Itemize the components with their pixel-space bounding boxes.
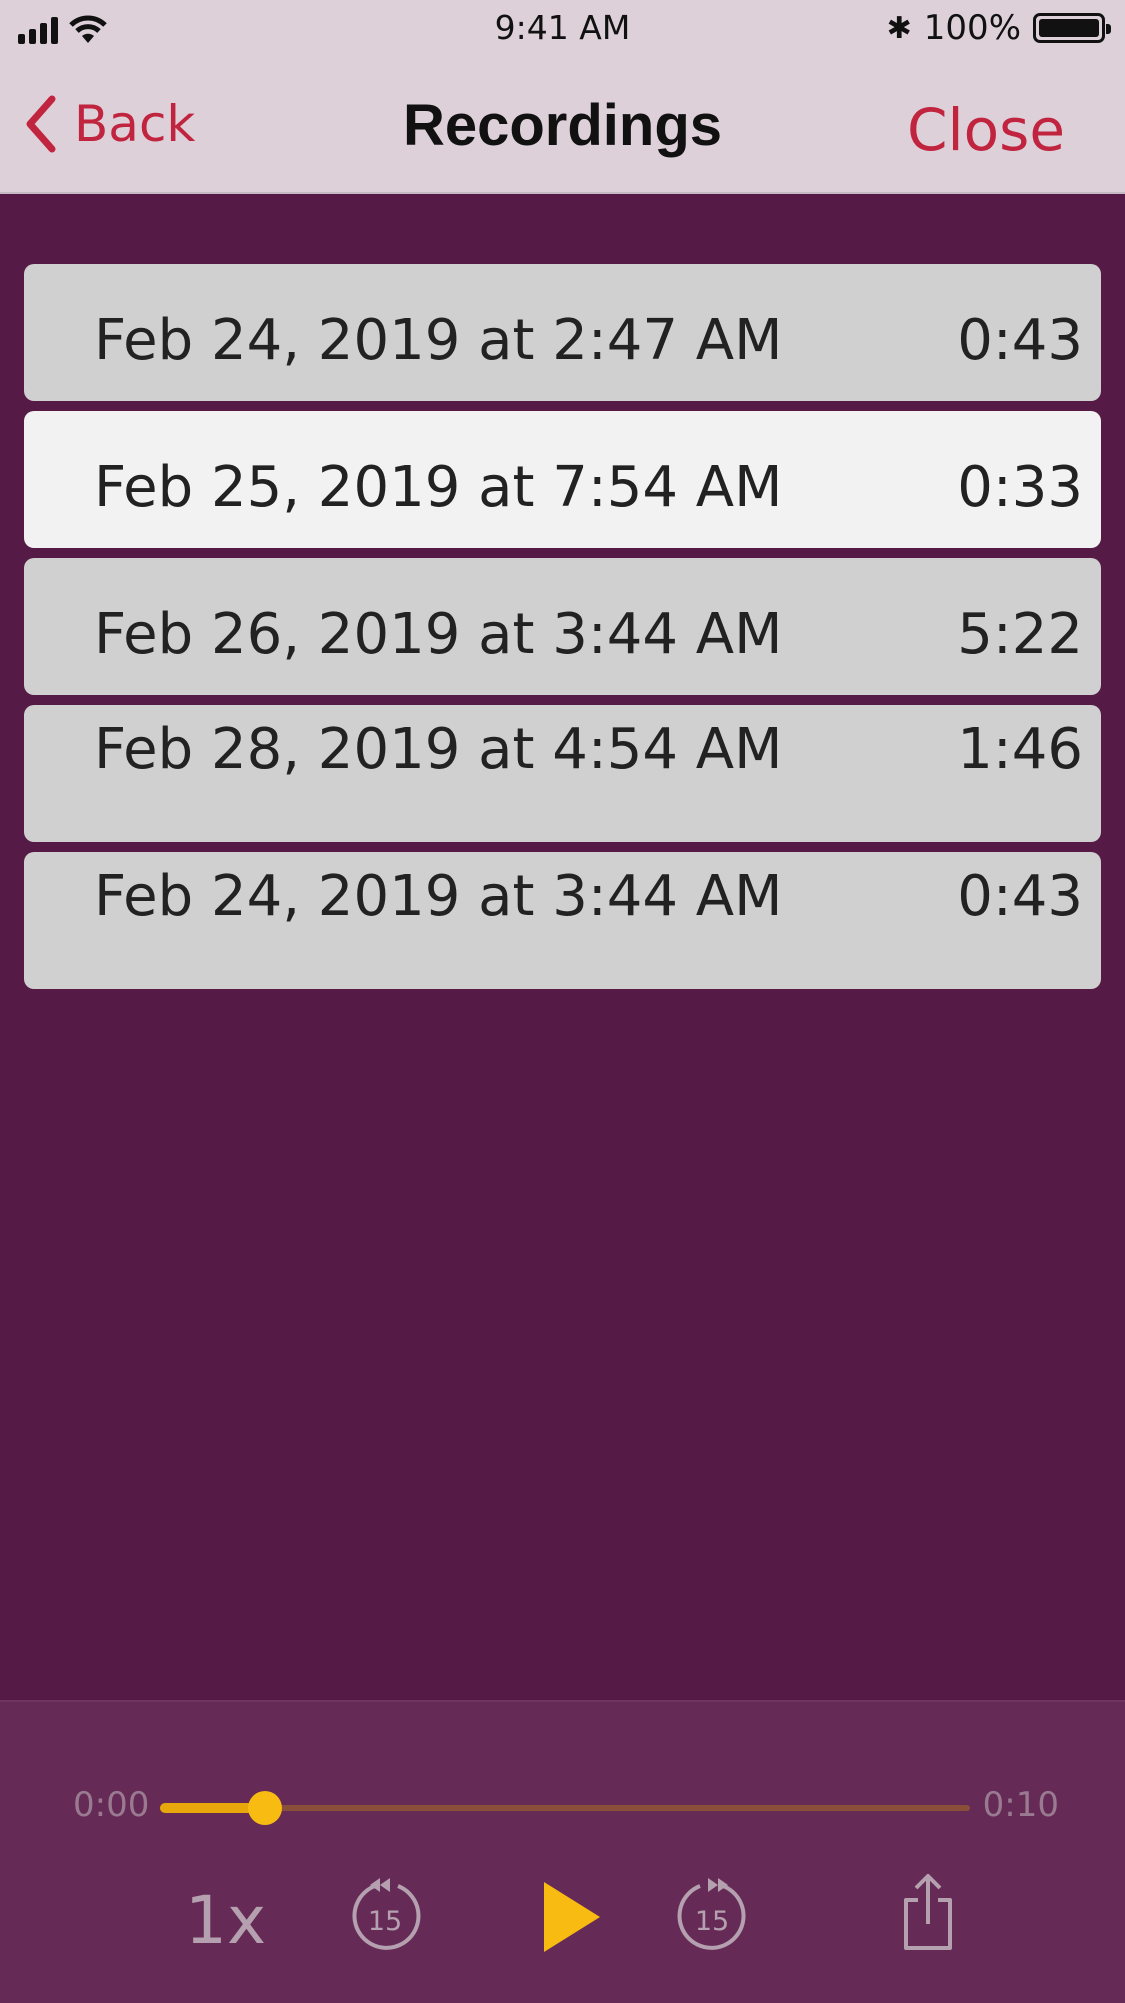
rewind-15-icon: 15 bbox=[352, 1878, 421, 1950]
recording-date: Feb 24, 2019 at 3:44 AM bbox=[94, 864, 783, 929]
progress-slider[interactable] bbox=[160, 1791, 970, 1825]
close-button[interactable]: Close bbox=[907, 96, 1065, 164]
share-icon bbox=[904, 1874, 952, 1950]
rewind-seconds: 15 bbox=[368, 1906, 402, 1937]
recording-row[interactable]: Feb 28, 2019 at 4:54 AM 1:46 bbox=[24, 705, 1101, 842]
status-right: ✱ 100% bbox=[886, 8, 1111, 48]
recording-duration: 5:22 bbox=[957, 602, 1083, 667]
playback-speed-button[interactable]: 1x bbox=[185, 1882, 266, 1959]
forward-15-button[interactable]: 15 bbox=[675, 1872, 750, 1961]
recording-row[interactable]: Feb 24, 2019 at 2:47 AM 0:43 bbox=[24, 264, 1101, 401]
battery-icon bbox=[1033, 13, 1111, 43]
elapsed-time: 0:00 bbox=[73, 1785, 150, 1825]
forward-seconds: 15 bbox=[695, 1906, 729, 1937]
recording-row-selected[interactable]: Feb 25, 2019 at 7:54 AM 0:33 bbox=[24, 411, 1101, 548]
play-button[interactable] bbox=[540, 1880, 602, 1958]
recording-row[interactable]: Feb 24, 2019 at 3:44 AM 0:43 bbox=[24, 852, 1101, 989]
recording-date: Feb 28, 2019 at 4:54 AM bbox=[94, 717, 783, 782]
navigation-bar: 9:41 AM ✱ 100% Back Recordings Close bbox=[0, 0, 1125, 194]
audio-player: 0:00 0:10 1x 15 15 bbox=[0, 1700, 1125, 2003]
bluetooth-icon: ✱ bbox=[886, 10, 912, 46]
battery-percentage: 100% bbox=[923, 8, 1021, 48]
forward-15-icon: 15 bbox=[677, 1878, 746, 1950]
recordings-list: Feb 24, 2019 at 2:47 AM 0:43 Feb 25, 201… bbox=[24, 264, 1101, 999]
recording-duration: 0:43 bbox=[957, 308, 1083, 373]
rewind-15-button[interactable]: 15 bbox=[348, 1872, 423, 1961]
recording-date: Feb 25, 2019 at 7:54 AM bbox=[94, 455, 783, 520]
recording-date: Feb 26, 2019 at 3:44 AM bbox=[94, 602, 783, 667]
progress-thumb[interactable] bbox=[248, 1791, 283, 1825]
share-button[interactable] bbox=[900, 1872, 956, 1956]
recording-row[interactable]: Feb 26, 2019 at 3:44 AM 5:22 bbox=[24, 558, 1101, 695]
recording-duration: 0:43 bbox=[957, 864, 1083, 929]
player-controls: 1x 15 15 bbox=[0, 1872, 1125, 1982]
total-time: 0:10 bbox=[982, 1785, 1059, 1825]
play-icon bbox=[544, 1882, 600, 1952]
recording-duration: 0:33 bbox=[957, 455, 1083, 520]
recording-duration: 1:46 bbox=[957, 717, 1083, 782]
recording-date: Feb 24, 2019 at 2:47 AM bbox=[94, 308, 783, 373]
